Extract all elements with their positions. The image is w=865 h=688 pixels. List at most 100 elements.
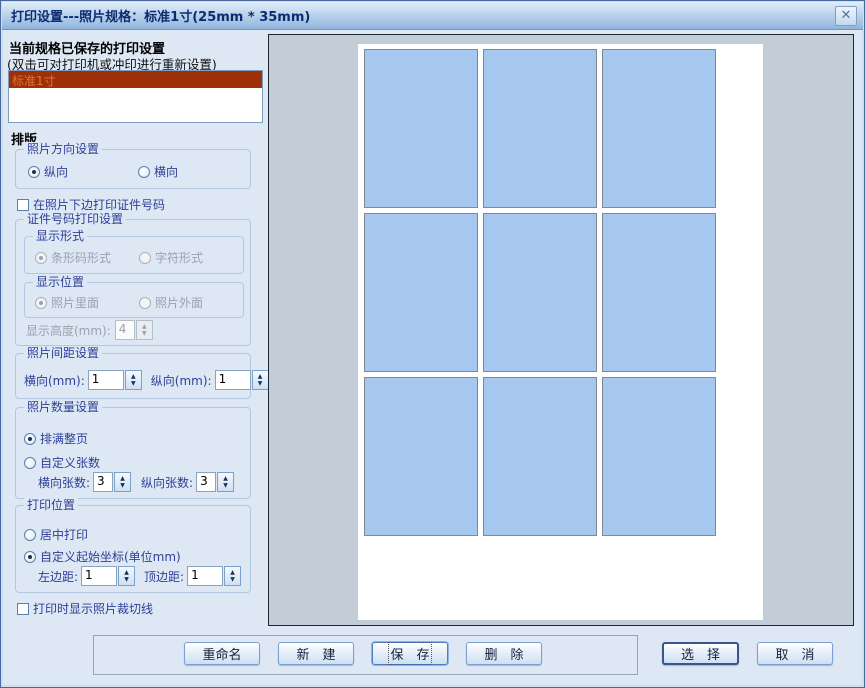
new-button[interactable]: 新 建: [278, 642, 354, 665]
radio-icon: [139, 252, 151, 264]
spinner-buttons-icon[interactable]: ▲▼: [224, 566, 241, 586]
photo-placeholder: [483, 377, 597, 536]
preview-page: [358, 44, 763, 620]
checkbox-print-id-number[interactable]: 在照片下边打印证件号码: [17, 196, 165, 213]
saved-settings-list: 标准1寸: [8, 70, 263, 123]
display-height-row: 显示高度(mm): 4 ▲▼: [26, 320, 153, 340]
display-height-spinner: 4 ▲▼: [115, 320, 153, 340]
radio-label: 自定义张数: [40, 454, 100, 471]
photo-placeholder: [602, 377, 716, 536]
button-label: 重命名: [202, 644, 241, 663]
title-bar: 打印设置---照片规格：标准1寸(25mm * 35mm) ✕: [2, 2, 863, 30]
spinner-buttons-icon[interactable]: ▲▼: [217, 472, 234, 492]
rename-button[interactable]: 重命名: [184, 642, 260, 665]
button-label: 新 建: [296, 644, 335, 663]
radio-icon: [24, 529, 36, 541]
count-row: 横向张数: 3 ▲▼ 纵向张数: 3 ▲▼: [38, 472, 234, 492]
radio-icon: [28, 166, 40, 178]
spinner-buttons-icon[interactable]: ▲▼: [114, 472, 131, 492]
spacing-group-title: 照片间距设置: [24, 346, 102, 361]
spinner-buttons-icon[interactable]: ▲▼: [252, 370, 269, 390]
radio-custom-origin[interactable]: 自定义起始坐标(单位mm): [24, 548, 181, 565]
button-label: 取 消: [775, 644, 814, 663]
radio-portrait[interactable]: 纵向: [28, 163, 68, 180]
radio-outside-photo: 照片外面: [139, 294, 203, 311]
spinner-value: 1: [88, 370, 124, 390]
button-label: 选 择: [681, 644, 720, 663]
spinner-value: 3: [93, 472, 113, 492]
display-position-group: 显示位置 照片里面 照片外面: [24, 282, 244, 318]
radio-label: 横向: [154, 163, 178, 180]
spinner-value: 1: [81, 566, 117, 586]
close-icon[interactable]: ✕: [835, 6, 857, 26]
radio-label: 自定义起始坐标(单位mm): [40, 548, 181, 565]
checkbox-label: 在照片下边打印证件号码: [33, 196, 165, 213]
radio-label: 纵向: [44, 163, 68, 180]
spinner-value: 4: [115, 320, 135, 340]
left-margin-label: 左边距:: [38, 568, 78, 585]
checkbox-show-crop-lines[interactable]: 打印时显示照片裁切线: [17, 600, 153, 617]
h-spacing-label: 横向(mm):: [24, 372, 85, 389]
quantity-group-title: 照片数量设置: [24, 400, 102, 415]
checkbox-icon: [17, 603, 29, 615]
radio-icon: [35, 252, 47, 264]
save-button[interactable]: 保 存: [372, 642, 448, 665]
photo-placeholder: [364, 213, 478, 372]
left-margin-spinner[interactable]: 1 ▲▼: [81, 566, 135, 586]
settings-buttons-frame: [93, 635, 638, 675]
radio-icon: [24, 433, 36, 445]
spinner-value: 1: [187, 566, 223, 586]
radio-icon: [24, 457, 36, 469]
print-settings-dialog: 打印设置---照片规格：标准1寸(25mm * 35mm) ✕ 当前规格已保存的…: [0, 0, 865, 688]
radio-landscape[interactable]: 横向: [138, 163, 178, 180]
radio-label: 居中打印: [40, 526, 88, 543]
radio-label: 排满整页: [40, 430, 88, 447]
id-number-group-title: 证件号码打印设置: [24, 212, 126, 227]
print-preview-panel: [268, 34, 854, 626]
v-spacing-label: 纵向(mm):: [151, 372, 212, 389]
top-margin-spinner[interactable]: 1 ▲▼: [187, 566, 241, 586]
list-item-standard-1inch[interactable]: 标准1寸: [9, 71, 262, 88]
spinner-buttons-icon: ▲▼: [136, 320, 153, 340]
delete-button[interactable]: 删 除: [466, 642, 542, 665]
display-position-title: 显示位置: [33, 275, 87, 290]
select-button[interactable]: 选 择: [662, 642, 739, 665]
radio-inside-photo: 照片里面: [35, 294, 99, 311]
photo-grid: [364, 49, 716, 536]
display-form-title: 显示形式: [33, 229, 87, 244]
h-spacing-spinner[interactable]: 1 ▲▼: [88, 370, 142, 390]
h-count-label: 横向张数:: [38, 474, 90, 491]
id-number-group: 证件号码打印设置 显示形式 条形码形式 字符形式 显示位置 照片里面 照片外面: [15, 219, 251, 346]
quantity-group: 照片数量设置 排满整页 自定义张数 横向张数: 3 ▲▼ 纵向张数: 3 ▲▼: [15, 407, 251, 499]
top-margin-label: 顶边距:: [144, 568, 184, 585]
radio-barcode-form: 条形码形式: [35, 249, 111, 266]
spacing-row: 横向(mm): 1 ▲▼ 纵向(mm): 1 ▲▼: [24, 370, 269, 390]
radio-icon: [35, 297, 47, 309]
margin-row: 左边距: 1 ▲▼ 顶边距: 1 ▲▼: [38, 566, 241, 586]
checkbox-icon: [17, 199, 29, 211]
radio-label: 照片外面: [155, 294, 203, 311]
photo-placeholder: [364, 377, 478, 536]
radio-custom-count[interactable]: 自定义张数: [24, 454, 100, 471]
h-count-spinner[interactable]: 3 ▲▼: [93, 472, 131, 492]
spacing-group: 照片间距设置 横向(mm): 1 ▲▼ 纵向(mm): 1 ▲▼: [15, 353, 251, 399]
position-group-title: 打印位置: [24, 498, 78, 513]
v-spacing-spinner[interactable]: 1 ▲▼: [215, 370, 269, 390]
radio-icon: [139, 297, 151, 309]
spinner-buttons-icon[interactable]: ▲▼: [125, 370, 142, 390]
photo-placeholder: [483, 49, 597, 208]
display-height-label: 显示高度(mm):: [26, 322, 111, 339]
window-title: 打印设置---照片规格：标准1寸(25mm * 35mm): [2, 6, 310, 25]
v-count-spinner[interactable]: 3 ▲▼: [196, 472, 234, 492]
photo-placeholder: [364, 49, 478, 208]
spinner-value: 3: [196, 472, 216, 492]
radio-center-print[interactable]: 居中打印: [24, 526, 88, 543]
radio-fill-page[interactable]: 排满整页: [24, 430, 88, 447]
button-label: 删 除: [484, 644, 523, 663]
cancel-button[interactable]: 取 消: [757, 642, 833, 665]
photo-placeholder: [483, 213, 597, 372]
display-form-group: 显示形式 条形码形式 字符形式: [24, 236, 244, 274]
v-count-label: 纵向张数:: [141, 474, 193, 491]
radio-label: 照片里面: [51, 294, 99, 311]
spinner-buttons-icon[interactable]: ▲▼: [118, 566, 135, 586]
